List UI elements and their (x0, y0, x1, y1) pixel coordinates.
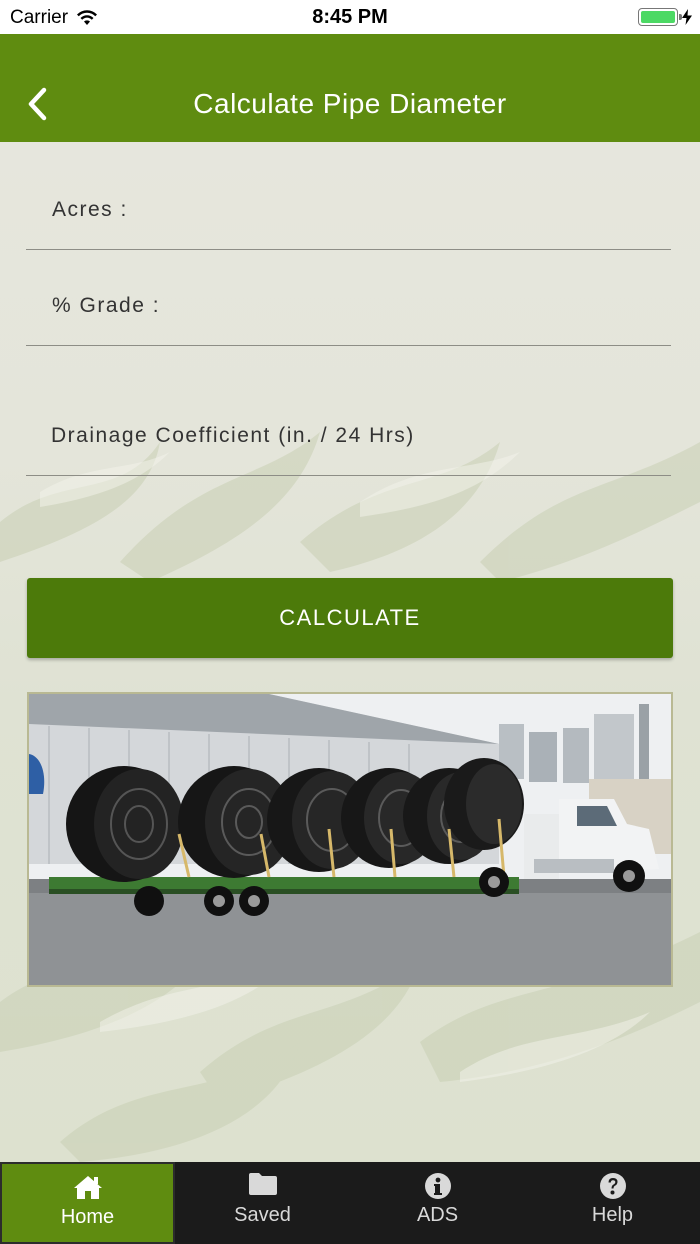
drainage-coefficient-label: Drainage Coefficient (in. / 24 Hrs) (51, 424, 415, 447)
grade-label: % Grade : (52, 294, 161, 317)
battery-indicator (638, 8, 692, 26)
home-icon (73, 1176, 102, 1199)
truck-pipe-photo (27, 692, 673, 987)
page-title: Calculate Pipe Diameter (193, 88, 507, 119)
charging-bolt-icon (682, 9, 692, 25)
tab-bar: Home Saved ADS Help (0, 1162, 700, 1244)
battery-icon (638, 8, 682, 26)
tab-saved-label: Saved (234, 1204, 291, 1226)
app-header: Calculate Pipe Diameter (0, 34, 700, 142)
tab-home[interactable]: Home (0, 1162, 175, 1244)
help-icon (599, 1173, 626, 1199)
tab-help-label: Help (591, 1204, 634, 1226)
acres-field[interactable]: Acres : (26, 168, 671, 250)
grade-field[interactable]: % Grade : (26, 268, 671, 346)
tab-home-label: Home (60, 1206, 115, 1228)
tab-ads-label: ADS (416, 1204, 459, 1226)
calculate-button[interactable]: CALCULATE (27, 578, 673, 658)
drainage-coefficient-field[interactable]: Drainage Coefficient (in. / 24 Hrs) (26, 392, 671, 476)
tab-saved[interactable]: Saved (175, 1162, 350, 1244)
tab-ads[interactable]: ADS (350, 1162, 525, 1244)
info-icon (424, 1173, 451, 1199)
acres-label: Acres : (52, 198, 128, 221)
status-bar: Carrier 8:45 PM (0, 0, 700, 34)
tab-help[interactable]: Help (525, 1162, 700, 1244)
folder-icon (248, 1173, 277, 1195)
clock: 8:45 PM (312, 6, 388, 28)
